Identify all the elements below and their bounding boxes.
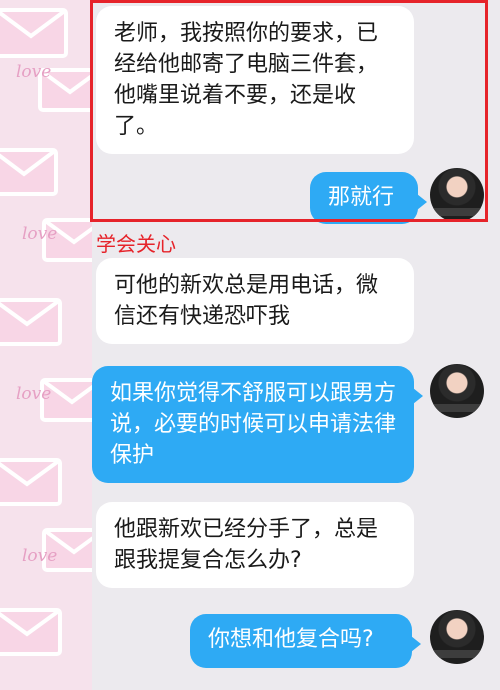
- highlight-box: [90, 0, 488, 222]
- message-text: 可他的新欢总是用电话，微信还有快递恐吓我: [114, 273, 379, 329]
- envelope-pattern: [0, 8, 92, 656]
- decorative-envelope-strip: love love love love: [0, 0, 92, 690]
- message-text: 如果你觉得不舒服可以跟男方说，必要的时候可以申请法律保护: [110, 381, 397, 468]
- love-watermark: love: [16, 62, 52, 82]
- message-bubble-incoming: 可他的新欢总是用电话，微信还有快递恐吓我: [96, 258, 414, 344]
- love-watermark: love: [16, 384, 52, 404]
- avatar: [430, 610, 484, 664]
- message-bubble-outgoing: 如果你觉得不舒服可以跟男方说，必要的时候可以申请法律保护: [92, 366, 423, 483]
- love-watermark: love: [22, 224, 58, 244]
- section-label: 学会关心: [96, 232, 176, 256]
- message-text: 他跟新欢已经分手了，总是跟我提复合怎么办?: [114, 517, 379, 573]
- love-watermark: love: [22, 546, 58, 566]
- avatar: [430, 364, 484, 418]
- message-bubble-incoming: 他跟新欢已经分手了，总是跟我提复合怎么办?: [96, 502, 414, 588]
- message-bubble-outgoing: 你想和他复合吗?: [190, 614, 421, 668]
- message-text: 你想和他复合吗?: [208, 627, 374, 652]
